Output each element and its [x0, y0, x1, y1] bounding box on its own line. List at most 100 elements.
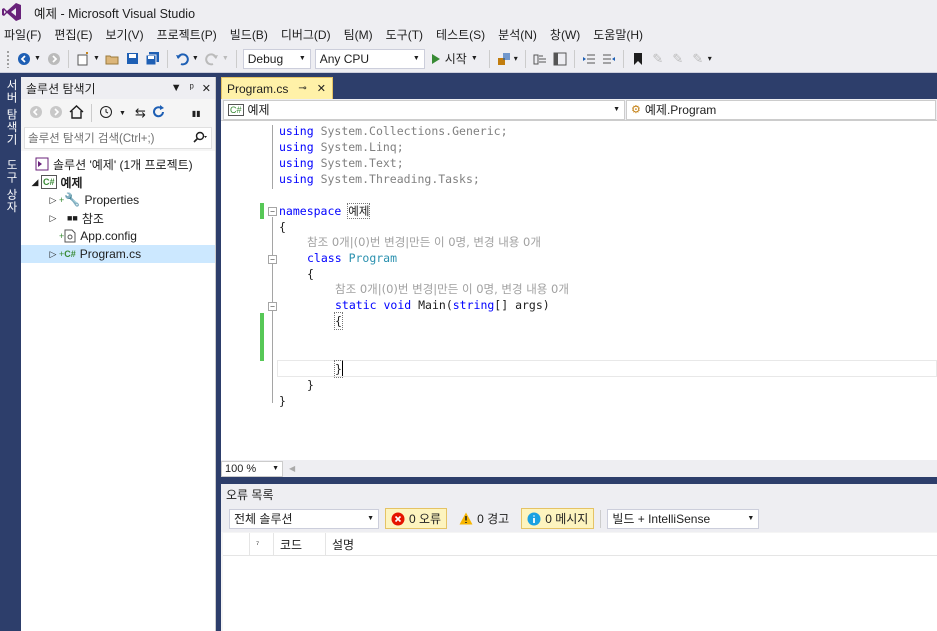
column-code[interactable]: 코드 — [274, 532, 326, 556]
menu-window[interactable]: 창(W) — [546, 26, 589, 43]
collapse-namespace-icon[interactable]: − — [268, 207, 277, 216]
menu-analyze[interactable]: 분석(N) — [494, 26, 546, 43]
menu-file[interactable]: 파일(F) — [0, 26, 50, 43]
open-file-icon[interactable] — [104, 50, 122, 68]
menu-tools[interactable]: 도구(T) — [382, 26, 432, 43]
close-icon[interactable]: ✕ — [202, 82, 211, 95]
save-icon[interactable] — [124, 50, 142, 68]
save-all-icon[interactable] — [144, 50, 162, 68]
sidebar-layout-icon[interactable] — [551, 50, 569, 68]
forward-icon[interactable] — [49, 105, 63, 122]
pin-icon[interactable]: ᵖ — [190, 82, 194, 95]
toolbar-overflow-icon[interactable]: ▮▮ — [192, 109, 201, 118]
warnings-filter-button[interactable]: 0 경고 — [453, 508, 515, 529]
error-list-title: 오류 목록 — [226, 488, 274, 502]
codelens-class[interactable]: 참조 0개|(0)번 변경|만든 이 0명, 변경 내용 0개 — [307, 234, 541, 250]
class-icon: ⚙ — [631, 104, 641, 116]
overflow-chevron-icon[interactable]: ▾ — [514, 54, 518, 63]
expanded-triangle-icon[interactable]: ◢ — [29, 177, 41, 188]
app-config-label: App.config — [80, 229, 137, 243]
pin-icon[interactable]: ⊸ — [298, 83, 306, 94]
collapse-method-icon[interactable]: − — [268, 302, 277, 311]
refresh-icon[interactable] — [152, 104, 166, 122]
messages-filter-button[interactable]: 0 메시지 — [521, 508, 595, 529]
tab-program-cs[interactable]: Program.cs ⊸ ✕ — [221, 77, 333, 99]
menu-debug[interactable]: 디버그(D) — [277, 26, 340, 43]
solution-explorer-search-input[interactable]: 솔루션 탐색기 검색(Ctrl+;) — [24, 127, 212, 149]
tree-item-program-cs[interactable]: ▷ + C# Program.cs — [21, 245, 215, 263]
column-description[interactable]: 설명 — [326, 533, 354, 556]
next-bookmark-icon[interactable]: ✎ — [669, 50, 687, 68]
zoom-dropdown[interactable]: 100 % ▼ — [221, 460, 283, 477]
references-icon: ■■ — [67, 213, 78, 223]
outdent-icon[interactable] — [580, 50, 598, 68]
project-navigation-dropdown[interactable]: C# 예제 ▼ — [223, 99, 625, 120]
undo-icon[interactable] — [173, 50, 191, 68]
search-icon[interactable] — [192, 131, 208, 146]
tree-item-properties[interactable]: ▷ + 🔧 Properties — [47, 191, 140, 209]
menu-test[interactable]: 테스트(S) — [432, 26, 494, 43]
server-explorer-tab[interactable]: 서버 탐색기 — [3, 79, 19, 146]
collapsed-triangle-icon[interactable]: ▷ — [47, 213, 59, 224]
collapsed-triangle-icon[interactable]: ▷ — [47, 195, 59, 206]
collapsed-triangle-icon[interactable]: ▷ — [47, 249, 59, 260]
back-icon[interactable] — [15, 50, 33, 68]
toolbar-grip[interactable] — [6, 49, 10, 68]
undo-dropdown-icon[interactable]: ▼ — [192, 55, 199, 62]
sync-with-active-document-icon[interactable]: ⇆ — [135, 105, 146, 121]
errors-filter-button[interactable]: 0 오류 — [385, 508, 448, 529]
indent-icon[interactable] — [600, 50, 618, 68]
solution-configuration-dropdown[interactable]: Debug ▼ — [242, 48, 311, 69]
menu-help[interactable]: 도움말(H) — [589, 26, 652, 43]
scope-dropdown[interactable]: 전체 솔루션 ▼ — [229, 508, 379, 529]
sort-column-icon[interactable]: ⁷ — [250, 532, 274, 556]
toolbar-separator — [524, 49, 526, 68]
bookmark-icon[interactable] — [629, 50, 647, 68]
forward-icon[interactable] — [45, 50, 63, 68]
collapse-class-icon[interactable]: − — [268, 255, 277, 264]
source-dropdown[interactable]: 빌드 + IntelliSense ▼ — [607, 508, 760, 529]
start-button[interactable]: 시작 ▼ — [427, 50, 485, 67]
menu-edit[interactable]: 편집(E) — [50, 26, 101, 43]
window-position-dropdown-icon[interactable]: ▼ — [171, 82, 182, 95]
toolbar-overflow-icon[interactable]: ▾ — [708, 54, 712, 63]
config-file-icon — [64, 229, 76, 243]
solution-platform-dropdown[interactable]: Any CPU ▼ — [314, 48, 425, 69]
redo-dropdown-icon[interactable]: ▼ — [222, 55, 229, 62]
scroll-left-icon[interactable]: ◀ — [289, 464, 295, 473]
menu-bar: 파일(F) 편집(E) 보기(V) 프로젝트(P) 빌드(B) 디버그(D) 팀… — [0, 24, 937, 45]
csharp-file-icon: C# — [64, 249, 76, 259]
error-list-grid: ⁷ 코드 설명 — [223, 532, 937, 631]
close-tab-icon[interactable]: ✕ — [317, 82, 326, 95]
menu-team[interactable]: 팀(M) — [340, 26, 382, 43]
tree-item-app-config[interactable]: + App.config — [59, 227, 137, 245]
redo-icon[interactable] — [203, 50, 221, 68]
toolbox-tab[interactable]: 도구 상자 — [3, 159, 19, 213]
toolbar-separator — [600, 509, 602, 528]
tree-item-references[interactable]: ▷ ■■ 참조 — [47, 209, 104, 227]
filter-dropdown-icon[interactable]: ▼ — [119, 110, 126, 117]
find-in-files-icon[interactable] — [531, 50, 549, 68]
code-editor[interactable]: − − − using System.Collections.Generic; … — [221, 121, 937, 460]
back-dropdown-icon[interactable]: ▼ — [34, 55, 41, 62]
pending-changes-filter-icon[interactable] — [99, 105, 113, 122]
menu-view[interactable]: 보기(V) — [101, 26, 152, 43]
toolbar-separator — [488, 49, 490, 68]
previous-bookmark-icon[interactable]: ✎ — [649, 50, 667, 68]
tree-item-solution[interactable]: 솔루션 '예제' (1개 프로젝트) — [35, 155, 193, 173]
tree-item-project[interactable]: ◢ C# 예제 — [29, 173, 83, 191]
solution-configurations-icon[interactable] — [495, 50, 513, 68]
back-icon[interactable] — [29, 105, 43, 122]
type-navigation-dropdown[interactable]: ⚙ 예제.Program — [626, 99, 936, 120]
new-project-icon[interactable] — [74, 50, 92, 68]
home-icon[interactable] — [69, 104, 84, 122]
new-project-dropdown-icon[interactable]: ▼ — [93, 55, 100, 62]
column-icon[interactable] — [223, 532, 250, 556]
menu-project[interactable]: 프로젝트(P) — [153, 26, 226, 43]
codelens-method[interactable]: 참조 0개|(0)번 변경|만든 이 0명, 변경 내용 0개 — [335, 281, 569, 297]
tab-label: Program.cs — [227, 81, 289, 96]
code-line: using System.Text; — [279, 156, 404, 170]
clear-bookmarks-icon[interactable]: ✎ — [689, 50, 707, 68]
menu-build[interactable]: 빌드(B) — [226, 26, 277, 43]
start-dropdown-icon[interactable]: ▼ — [471, 55, 478, 62]
